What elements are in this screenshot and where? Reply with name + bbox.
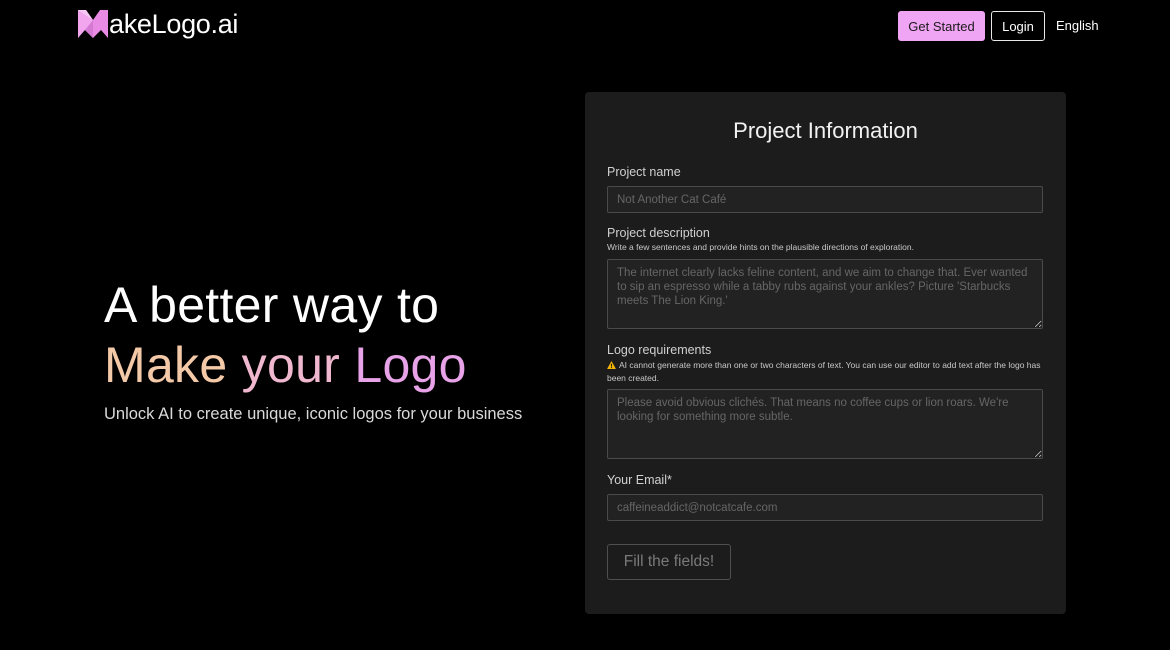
email-label: Your Email* [607,473,672,487]
hero-word-logo: Logo [354,337,467,393]
get-started-button[interactable]: Get Started [898,11,985,41]
site-header: akeLogo.ai Get Started Login English [0,0,1170,52]
language-selector[interactable]: English [1056,18,1099,33]
project-name-input[interactable] [607,186,1043,213]
project-name-label: Project name [607,165,681,179]
warning-triangle-icon [607,361,616,369]
hero-word-make: Make [104,337,228,393]
project-description-hint: Write a few sentences and provide hints … [607,242,914,252]
email-input[interactable] [607,494,1043,521]
hero-headline-accent: Make your Logo [104,335,467,395]
project-description-label: Project description [607,226,710,240]
logo-requirements-hint-text: AI cannot generate more than one or two … [607,360,1041,383]
login-button[interactable]: Login [991,11,1045,41]
hero-word-your: your [241,337,341,393]
project-form-card: Project Information Project name Project… [585,92,1066,614]
submit-button[interactable]: Fill the fields! [607,544,731,580]
brand-name: akeLogo.ai [109,9,239,39]
hero-headline: A better way to [104,277,440,333]
brand-logo[interactable]: akeLogo.ai [78,10,238,38]
form-title: Project Information [733,118,918,143]
project-description-input[interactable] [607,259,1043,329]
logo-requirements-label: Logo requirements [607,343,712,357]
hero-subtitle: Unlock AI to create unique, iconic logos… [104,405,523,423]
logo-requirements-input[interactable] [607,389,1043,459]
logo-requirements-hint: AI cannot generate more than one or two … [607,359,1043,385]
makelogo-m-icon [78,10,108,38]
